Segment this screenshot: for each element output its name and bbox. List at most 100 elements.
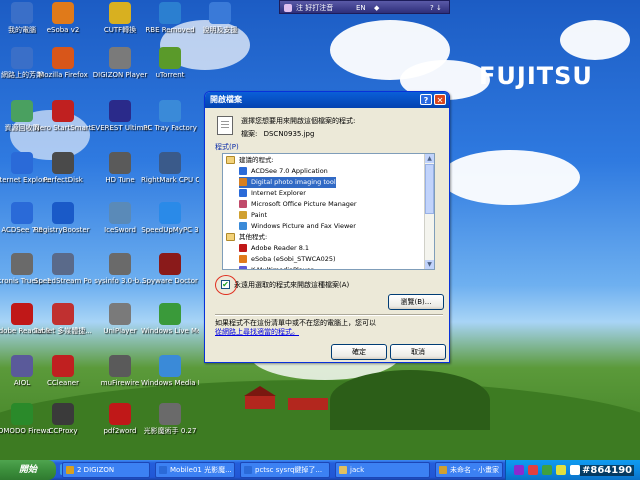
list-group-header: 其他程式: [226, 232, 267, 243]
langbar-options-icon[interactable]: ? ↓ [430, 1, 442, 15]
desktop-icon-label: Windows Media Player [141, 379, 199, 387]
close-button[interactable]: ✕ [434, 94, 446, 105]
computer-icon [11, 2, 33, 24]
desktop-icon[interactable]: RightMark CPU Clock [141, 152, 199, 184]
find-program-web-link[interactable]: 從網路上尋找適當的程式。 [215, 327, 299, 337]
ime-mode-icon[interactable]: ◆ [374, 1, 379, 15]
separator [215, 314, 443, 316]
desktop-icon[interactable]: CCProxy [34, 403, 92, 435]
desktop-icon[interactable]: CCleaner [34, 355, 92, 387]
app-icon [109, 355, 131, 377]
speed-icon [159, 202, 181, 224]
desktop-icon-label: CCleaner [47, 379, 79, 387]
help-button[interactable]: ? [420, 94, 432, 105]
program-icon [239, 244, 247, 252]
program-name: ACDSee 7.0 Application [251, 167, 328, 175]
desktop-icon[interactable]: Nero StartSmart [34, 100, 92, 132]
program-list-item[interactable]: Microsoft Office Picture Manager [239, 199, 357, 210]
network-icon[interactable] [542, 465, 552, 475]
taskbar-button[interactable]: Mobile01 光影魔... [155, 462, 235, 478]
program-name: eSoba (eSobi_STWCA025) [251, 255, 336, 263]
program-icon [239, 167, 247, 175]
recycle-bin-icon [11, 100, 33, 122]
yahoo-icon[interactable] [514, 465, 524, 475]
list-scrollbar[interactable]: ▲ ▼ [424, 154, 434, 269]
desktop-icon-label: CCProxy [48, 427, 78, 435]
fujitsu-logo: FUJITSU [479, 62, 593, 90]
program-list-item[interactable]: K-MultimediaPlayer [239, 265, 313, 269]
volume-icon[interactable] [570, 465, 580, 475]
folder-icon [226, 233, 235, 241]
program-list-item[interactable]: Windows Picture and Fax Viewer [239, 221, 356, 232]
desktop-icon[interactable]: RegistryBooster 2 [34, 202, 92, 234]
taskbar-button[interactable]: jack [335, 462, 430, 478]
desktop-icon[interactable]: Spyware Doctor [141, 253, 199, 285]
always-use-checkbox[interactable]: ✔ [221, 280, 230, 289]
programs-list[interactable]: 建議的程式: ACDSee 7.0 Application Digital phot… [222, 153, 435, 270]
desktop-icon[interactable]: Tablet 多媒體捷... [34, 303, 92, 335]
taskbar-button[interactable]: 2 DIGIZON [62, 462, 150, 478]
desktop-icon-label: Windows Live Messenger [141, 327, 199, 335]
acronis-icon [11, 253, 33, 275]
taskbar-app-icon [244, 466, 252, 474]
pdf-icon [11, 303, 33, 325]
taskbar-button[interactable]: pctsc sysrq鍵掉了... [240, 462, 330, 478]
ok-button[interactable]: 確定 [331, 344, 387, 360]
language-indicator[interactable]: EN [356, 1, 366, 15]
scroll-up-icon[interactable]: ▲ [425, 154, 434, 163]
desktop-icon-label: SpeedStream PowerLine C... [34, 277, 92, 285]
security-icon[interactable] [528, 465, 538, 475]
program-list-item[interactable]: ACDSee 7.0 Application [239, 166, 328, 177]
group-header-label: 建議的程式: [239, 156, 274, 164]
program-list-item[interactable]: eSoba (eSobi_STWCA025) [239, 254, 336, 265]
desktop-icon[interactable]: uTorrent [141, 47, 199, 79]
cancel-button[interactable]: 取消 [390, 344, 446, 360]
taskbar-button[interactable]: 未命名 - 小畫家 [435, 462, 503, 478]
desktop-icon-label: Mozilla Firefox [38, 71, 88, 79]
desktop-icon[interactable]: PC Tray Factory [141, 100, 199, 132]
taskbar-app-icon [159, 466, 167, 474]
desktop-icon[interactable]: SpeedUpMyPC 3 [141, 202, 199, 234]
language-bar[interactable]: 注 好打注音 EN ◆ ? ↓ [279, 0, 450, 14]
desktop-icon[interactable]: Mozilla Firefox [34, 47, 92, 79]
desktop-icon-label: Tablet 多媒體捷... [34, 327, 92, 335]
always-use-label[interactable]: 永遠用選取的程式來開啟這種檔案(A) [234, 280, 349, 290]
disk-icon [109, 152, 131, 174]
folder-icon [226, 156, 235, 164]
torrent-icon [159, 47, 181, 69]
browse-button[interactable]: 瀏覽(B)... [388, 294, 444, 310]
desktop-icon[interactable]: PerfectDisk [34, 152, 92, 184]
scroll-down-icon[interactable]: ▼ [425, 260, 434, 269]
help-icon [209, 2, 231, 24]
taskbar-button-label: 2 DIGIZON [77, 466, 115, 474]
desktop-icon[interactable]: 說明及支援 [191, 2, 249, 34]
program-name: Adobe Reader 8.1 [251, 244, 310, 252]
alert-icon[interactable] [556, 465, 566, 475]
dialog-title: 開啟檔案 [210, 95, 242, 104]
desktop-icon[interactable]: Windows Media Player [141, 355, 199, 387]
program-icon [239, 255, 247, 263]
program-list-item[interactable]: Digital photo imaging tool [239, 177, 336, 188]
program-icon [239, 200, 247, 208]
taskbar-button-label: Mobile01 光影魔... [170, 466, 232, 474]
program-name: Microsoft Office Picture Manager [251, 200, 357, 208]
cloud [560, 20, 630, 60]
group-header-label: 其他程式: [239, 233, 268, 241]
program-list-item[interactable]: Internet Explorer [239, 188, 306, 199]
desktop-icon[interactable]: 光影魔術手 0.27 [141, 403, 199, 435]
player-icon [109, 47, 131, 69]
taskbar-button-label: pctsc sysrq鍵掉了... [255, 466, 323, 474]
ime-name[interactable]: 注 好打注音 [296, 1, 333, 15]
dialog-titlebar[interactable]: 開啟檔案 ? ✕ [205, 92, 449, 108]
app-icon [109, 2, 131, 24]
file-line: 檔案: DSCN0935.jpg [241, 129, 314, 139]
desktop-icon[interactable]: eSoba v2 [34, 2, 92, 34]
desktop-icon[interactable]: Windows Live Messenger [141, 303, 199, 335]
start-button[interactable]: 開始 [0, 460, 56, 480]
ime-icon[interactable] [284, 4, 292, 12]
program-list-item[interactable]: Paint [239, 210, 267, 221]
scroll-thumb[interactable] [425, 164, 434, 214]
desktop-icon-label: uTorrent [155, 71, 185, 79]
desktop-icon[interactable]: SpeedStream PowerLine C... [34, 253, 92, 285]
program-list-item[interactable]: Adobe Reader 8.1 [239, 243, 309, 254]
